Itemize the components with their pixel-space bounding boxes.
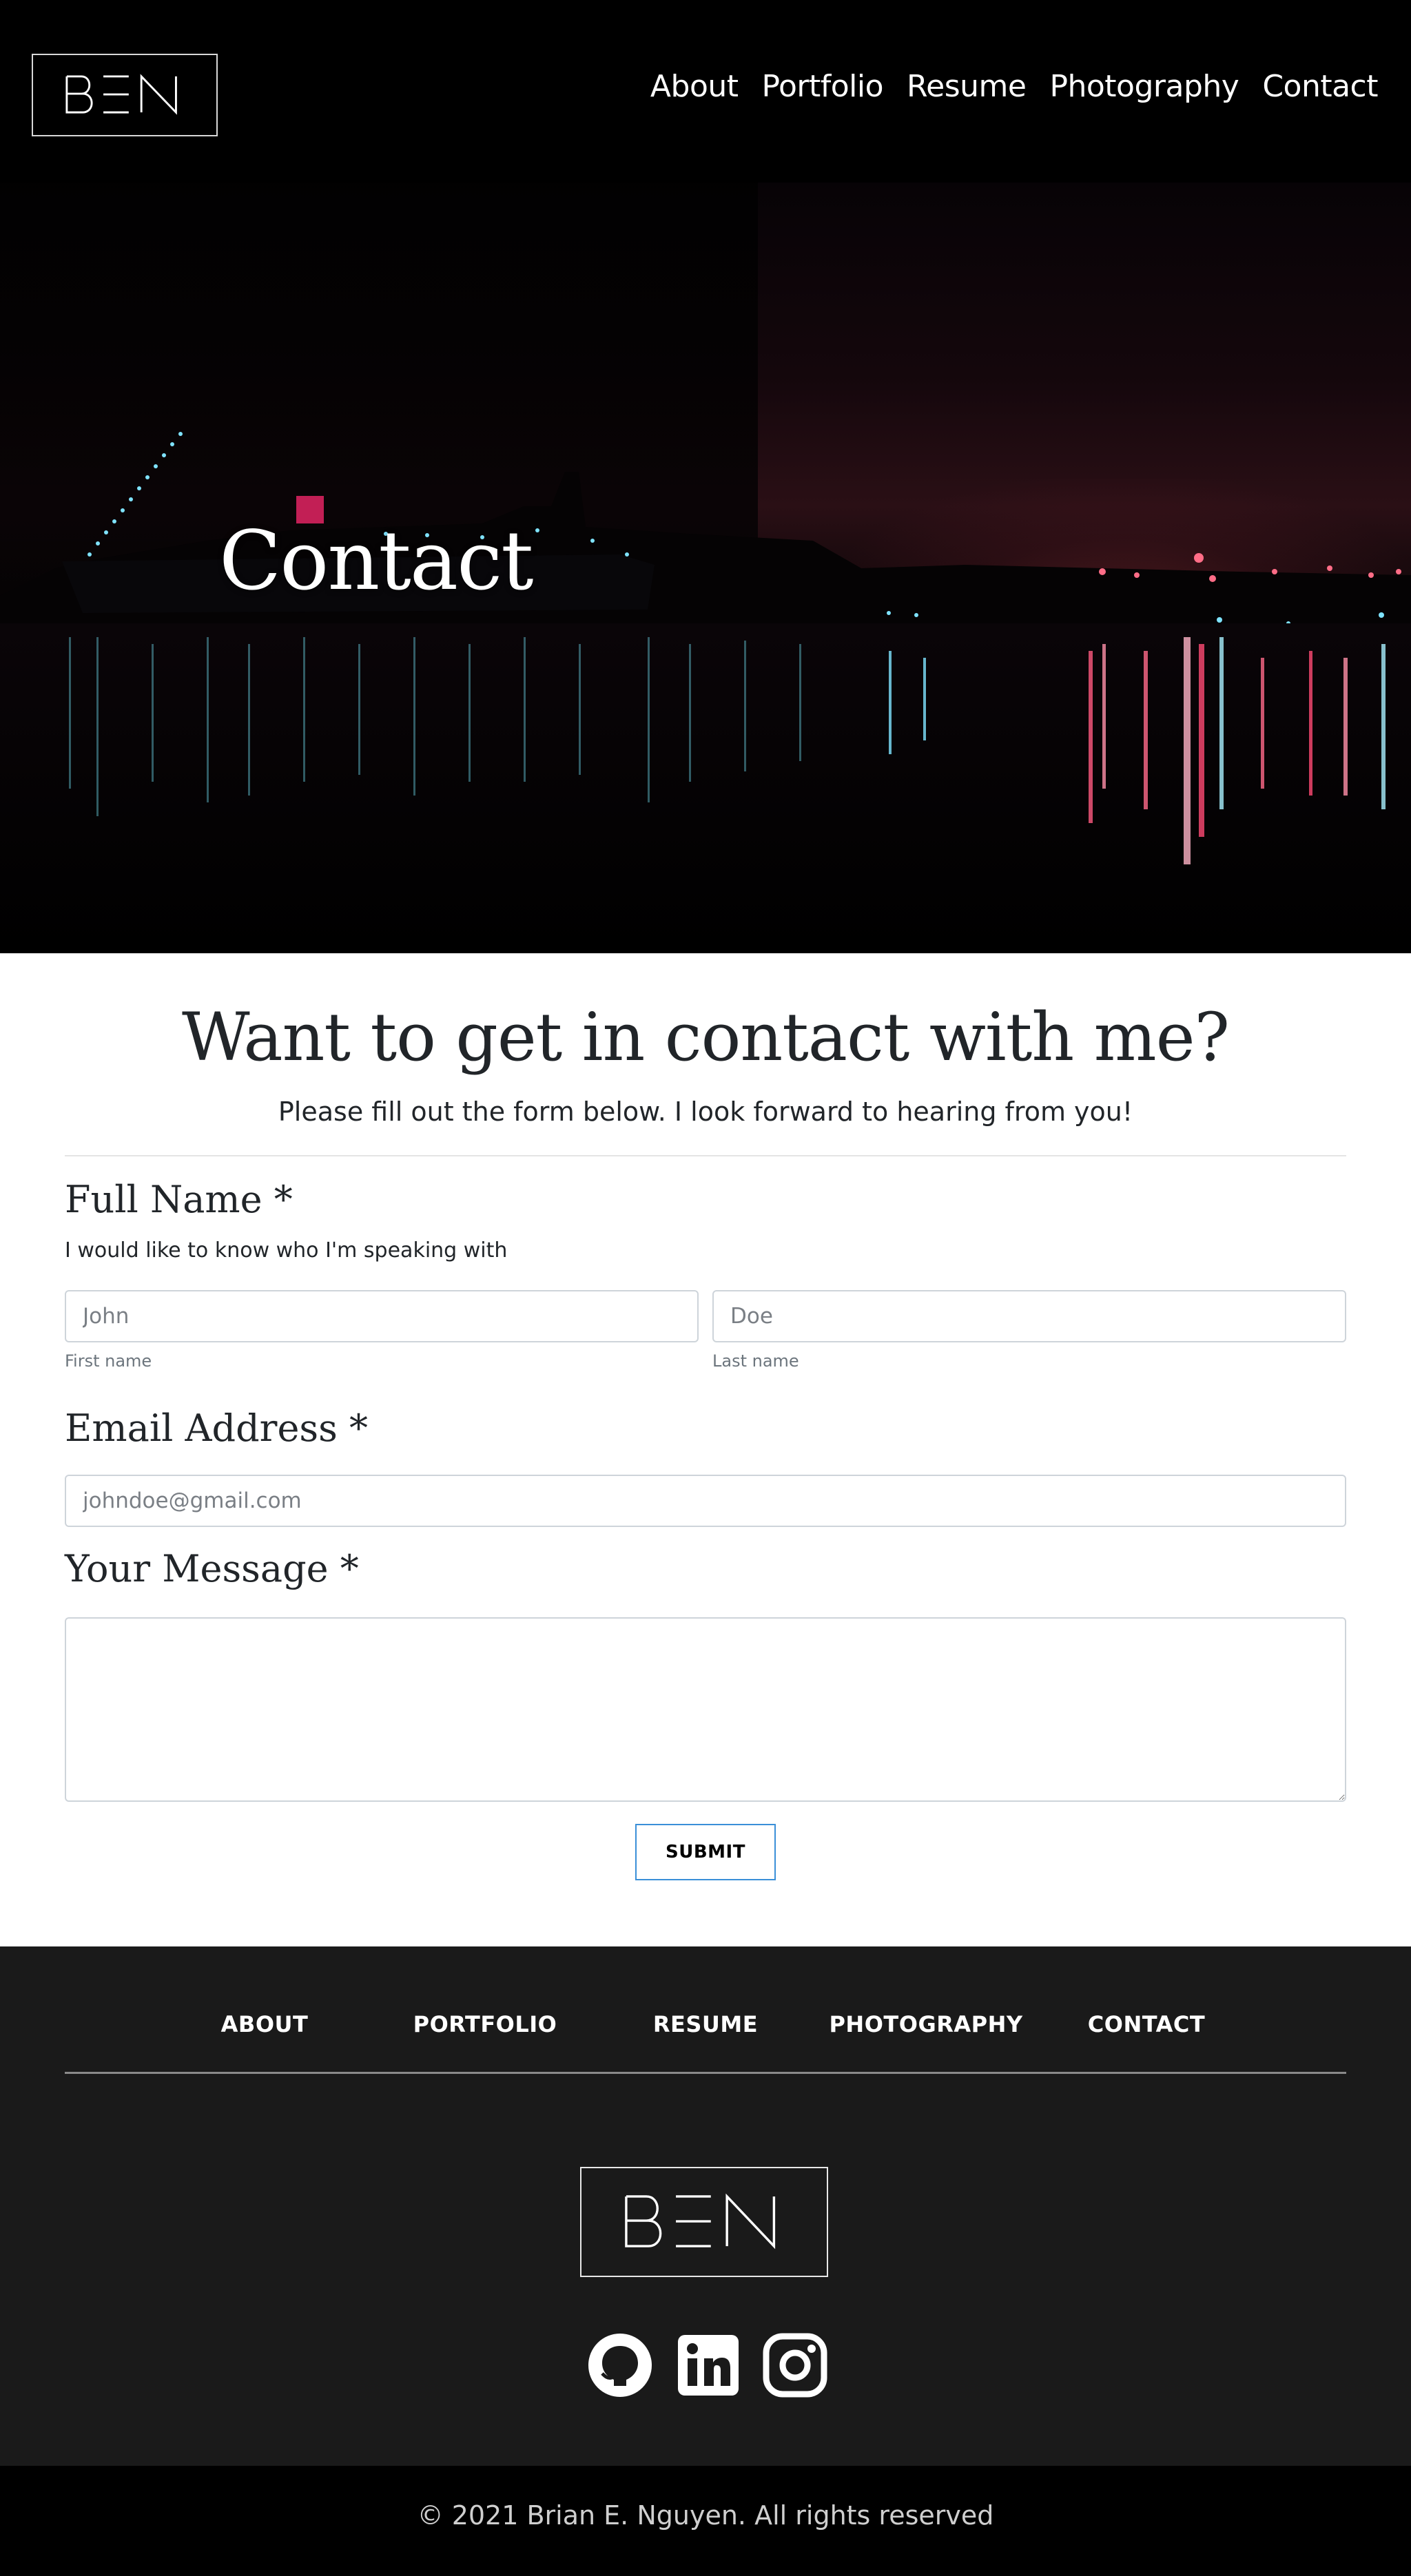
linkedin-icon[interactable] (675, 2332, 741, 2398)
ben-logo-mark (65, 74, 177, 115)
footer-divider (65, 2072, 1346, 2074)
first-name-sublabel: First name (65, 1351, 152, 1371)
full-name-label: Full Name * (65, 1178, 293, 1221)
primary-nav: About Portfolio Resume Photography Conta… (650, 69, 1379, 104)
nav-portfolio[interactable]: Portfolio (762, 69, 884, 104)
footer-link-photography[interactable]: PHOTOGRAPHY (829, 2011, 1022, 2037)
hero-title: Contact (219, 513, 534, 608)
brand-logo[interactable] (32, 54, 218, 136)
nav-contact[interactable]: Contact (1262, 69, 1378, 104)
footer-link-resume[interactable]: RESUME (653, 2011, 758, 2037)
nav-photography[interactable]: Photography (1049, 69, 1239, 104)
hero-banner: Contact (0, 183, 1411, 953)
copyright-bar: © 2021 Brian E. Nguyen. All rights reser… (0, 2466, 1411, 2576)
footer-brand-logo[interactable] (580, 2167, 828, 2277)
footer-link-about[interactable]: ABOUT (221, 2011, 309, 2037)
footer-link-portfolio[interactable]: PORTFOLIO (413, 2011, 557, 2037)
section-subheading: Please fill out the form below. I look f… (278, 1097, 1133, 1127)
site-footer: ABOUT PORTFOLIO RESUME PHOTOGRAPHY CONTA… (0, 1946, 1411, 2466)
ben-logo-mark (625, 2193, 776, 2250)
footer-nav: ABOUT PORTFOLIO RESUME PHOTOGRAPHY CONTA… (0, 2011, 1411, 2046)
night-harbor-photo (0, 432, 1411, 953)
message-label: Your Message * (65, 1547, 359, 1590)
copyright-text: © 2021 Brian E. Nguyen. All rights reser… (417, 2500, 994, 2531)
instagram-icon[interactable] (762, 2332, 828, 2398)
first-name-input[interactable] (65, 1290, 699, 1342)
message-textarea[interactable] (65, 1617, 1346, 1802)
nav-about[interactable]: About (650, 69, 739, 104)
last-name-input[interactable] (712, 1290, 1346, 1342)
section-heading: Want to get in contact with me? (182, 999, 1230, 1076)
email-input[interactable] (65, 1475, 1346, 1527)
contact-section: Want to get in contact with me? Please f… (0, 953, 1411, 1946)
nav-resume[interactable]: Resume (907, 69, 1027, 104)
full-name-help: I would like to know who I'm speaking wi… (65, 1238, 508, 1263)
submit-button[interactable]: SUBMIT (635, 1824, 776, 1880)
email-label: Email Address * (65, 1406, 369, 1450)
last-name-sublabel: Last name (712, 1351, 799, 1371)
section-divider (65, 1155, 1346, 1156)
github-icon[interactable] (587, 2332, 653, 2398)
footer-link-contact[interactable]: CONTACT (1088, 2011, 1205, 2037)
top-navbar: About Portfolio Resume Photography Conta… (0, 0, 1411, 183)
